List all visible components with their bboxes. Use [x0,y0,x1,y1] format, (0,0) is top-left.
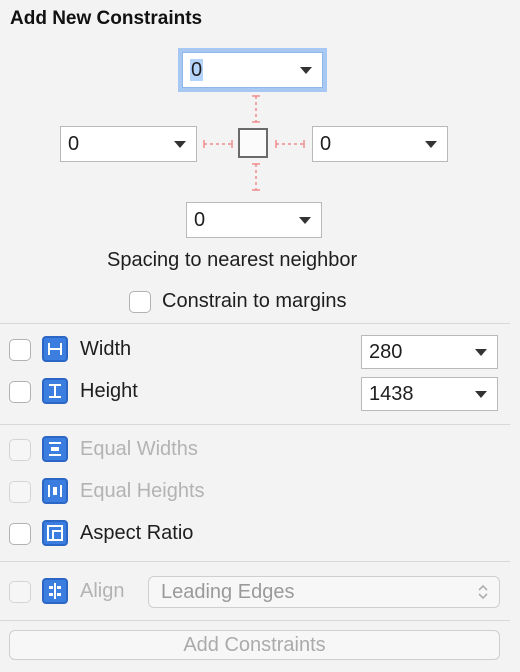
width-value-combo[interactable]: 280 [361,335,498,369]
aspect-ratio-icon [42,520,68,546]
equal-heights-icon [42,478,68,504]
chevron-down-icon[interactable] [475,349,487,356]
align-checkbox[interactable] [9,581,31,603]
target-view-box [238,128,268,158]
divider [0,620,510,621]
divider [0,561,510,562]
width-value: 280 [369,341,403,363]
divider [0,424,510,425]
equal-heights-label: Equal Heights [80,480,205,502]
aspect-ratio-label: Aspect Ratio [80,522,194,544]
equal-heights-checkbox[interactable] [9,481,31,503]
align-label: Align [80,580,125,602]
equal-widths-label: Equal Widths [80,438,198,460]
height-checkbox[interactable] [9,381,31,403]
spacing-guides [203,95,305,191]
chevron-down-icon[interactable] [475,391,487,398]
width-icon [42,336,68,362]
spacing-label: Spacing to nearest neighbor [107,249,358,271]
height-label: Height [80,380,138,402]
height-value: 1438 [369,383,414,405]
add-constraints-button[interactable]: Add Constraints [9,630,500,660]
aspect-ratio-checkbox[interactable] [9,523,31,545]
align-popup[interactable]: Leading Edges [148,576,500,608]
equal-widths-checkbox[interactable] [9,439,31,461]
divider [0,323,510,324]
align-popup-value: Leading Edges [161,581,295,603]
width-checkbox[interactable] [9,339,31,361]
equal-widths-icon [42,436,68,462]
updown-chevron-icon [478,584,488,600]
align-icon [42,578,68,604]
constrain-to-margins-label: Constrain to margins [162,290,347,312]
height-value-combo[interactable]: 1438 [361,377,498,411]
height-icon [42,378,68,404]
width-label: Width [80,338,132,360]
constrain-to-margins-checkbox[interactable] [129,291,151,313]
